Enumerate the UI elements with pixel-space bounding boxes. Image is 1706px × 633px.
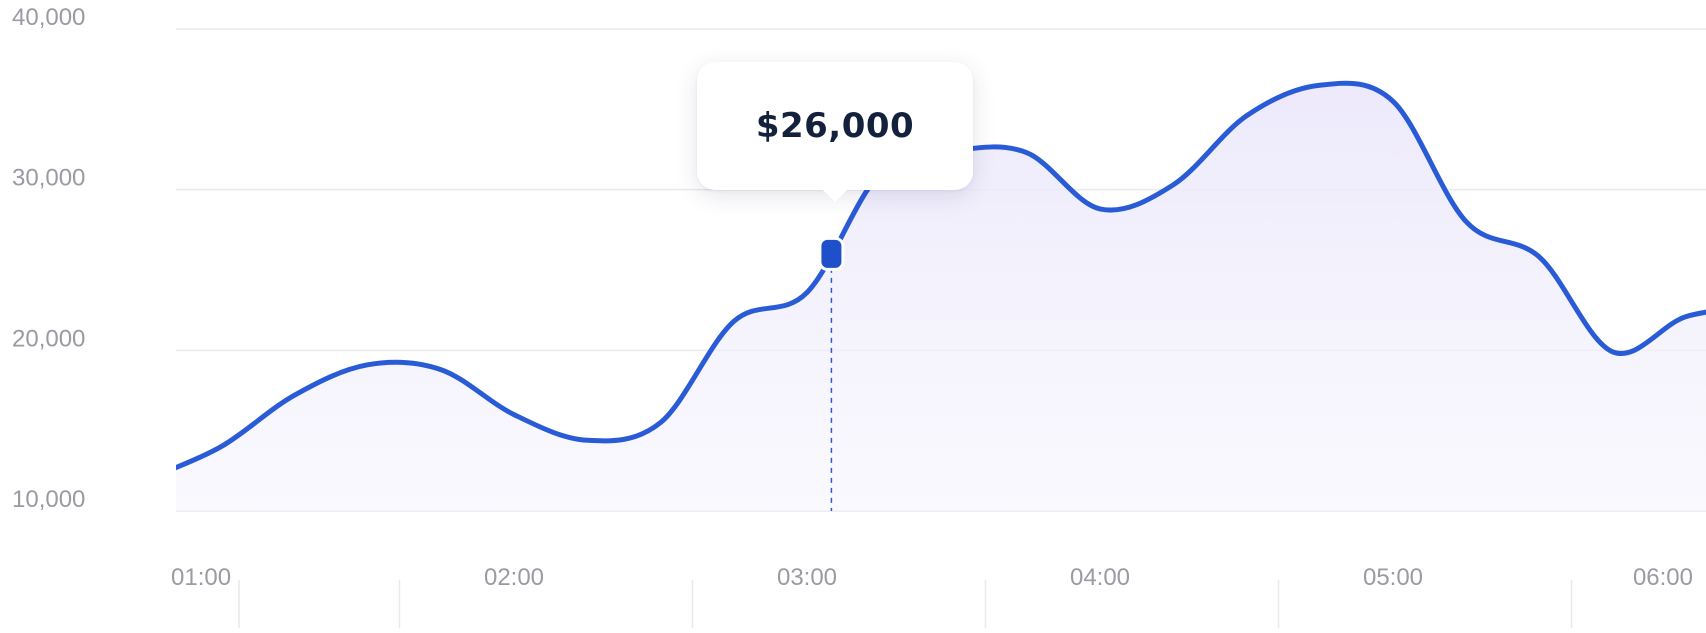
highlight-marker bbox=[821, 239, 842, 268]
y-tick-label: 10,000 bbox=[12, 486, 85, 513]
tooltip-value: $26,000 bbox=[755, 106, 915, 146]
x-tick-label: 04:00 bbox=[1070, 564, 1130, 591]
x-tick-label: 03:00 bbox=[777, 564, 837, 591]
y-tick-label: 40,000 bbox=[12, 4, 85, 31]
y-tick-label: 30,000 bbox=[12, 165, 85, 192]
value-tooltip: $26,000 bbox=[697, 62, 973, 202]
x-tick-label: 02:00 bbox=[484, 564, 544, 591]
x-tick-label: 05:00 bbox=[1363, 564, 1423, 591]
y-tick-labels: 10,000 20,000 30,000 40,000 bbox=[12, 4, 85, 513]
x-tick-label: 01:00 bbox=[171, 564, 231, 591]
x-tick-label: 06:00 bbox=[1633, 564, 1693, 591]
y-tick-label: 20,000 bbox=[12, 325, 85, 352]
area-chart: 10,000 20,000 30,000 40,000 01:00 02:00 03:00… bbox=[0, 0, 1706, 628]
